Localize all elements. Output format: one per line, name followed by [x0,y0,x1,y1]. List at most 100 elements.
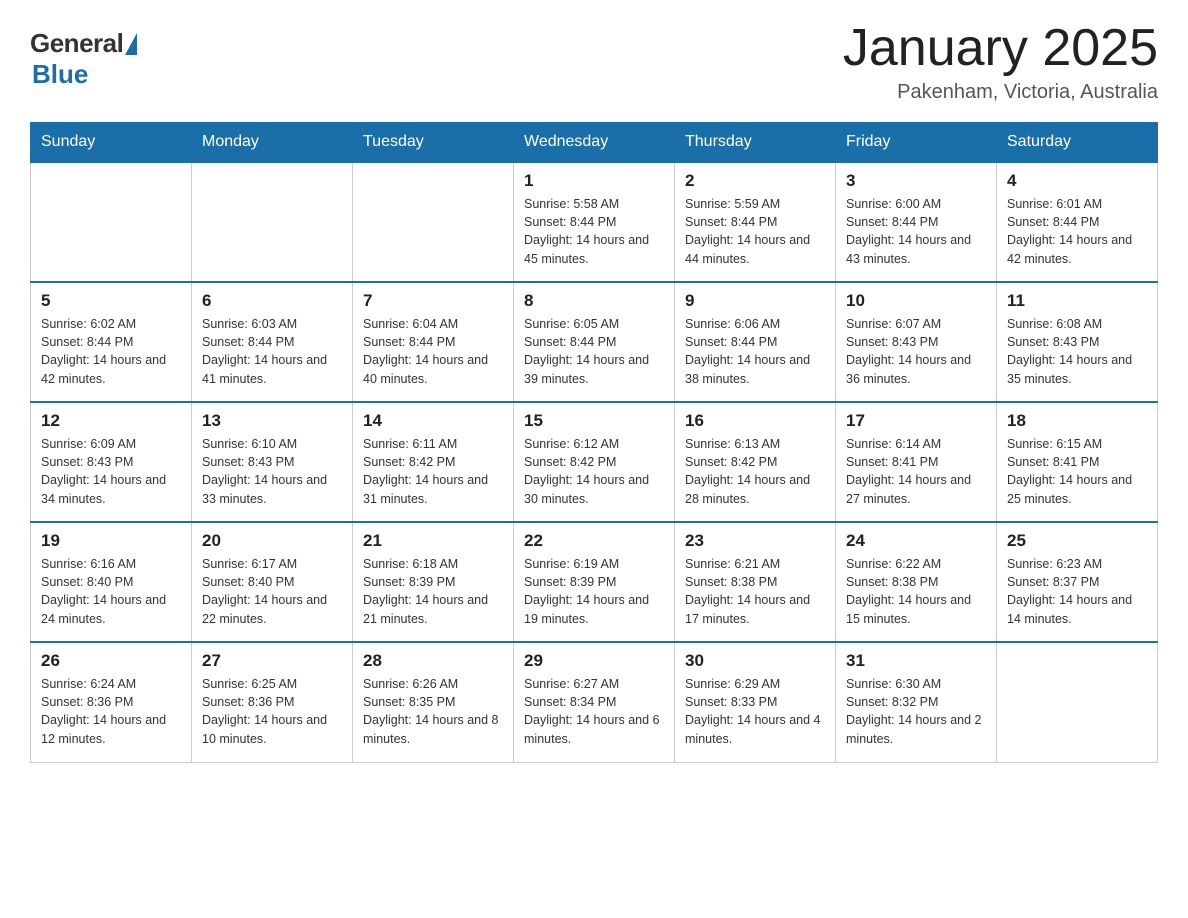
calendar-cell: 5 Sunrise: 6:02 AM Sunset: 8:44 PM Daylig… [31,282,192,402]
calendar-cell: 31 Sunrise: 6:30 AM Sunset: 8:32 PM Dayli… [836,642,997,762]
day-info: Sunrise: 6:14 AM Sunset: 8:41 PM Dayligh… [846,435,986,508]
calendar-cell: 26Sunrise: 6:24 AM Sunset: 8:36 PM Dayli… [31,642,192,762]
calendar-cell: 19 Sunrise: 6:16 AM Sunset: 8:40 PM Dayli… [31,522,192,642]
calendar-week-row: 19 Sunrise: 6:16 AM Sunset: 8:40 PM Dayli… [31,522,1158,642]
calendar-cell: 12 Sunrise: 6:09 AM Sunset: 8:43 PM Dayli… [31,402,192,522]
day-of-week-header: Monday [192,123,353,163]
day-info: Sunrise: 6:12 AM Sunset: 8:42 PM Dayligh… [524,435,664,508]
calendar-cell: 16 Sunrise: 6:13 AM Sunset: 8:42 PM Dayli… [675,402,836,522]
day-of-week-header: Saturday [997,123,1158,163]
day-number: 15 [524,411,664,431]
calendar-cell: 24 Sunrise: 6:22 AM Sunset: 8:38 PM Dayli… [836,522,997,642]
day-number: 10 [846,291,986,311]
calendar-cell: 4 Sunrise: 6:01 AM Sunset: 8:44 PM Daylig… [997,162,1158,282]
calendar-cell: 28 Sunrise: 6:26 AM Sunset: 8:35 PM Dayli… [353,642,514,762]
calendar-cell: 8Sunrise: 6:05 AM Sunset: 8:44 PM Daylig… [514,282,675,402]
day-number: 2 [685,171,825,191]
day-info: Sunrise: 6:27 AM Sunset: 8:34 PM Dayligh… [524,675,664,748]
calendar-cell [192,162,353,282]
day-number: 17 [846,411,986,431]
calendar-cell: 30 Sunrise: 6:29 AM Sunset: 8:33 PM Dayli… [675,642,836,762]
day-info: Sunrise: 6:19 AM Sunset: 8:39 PM Dayligh… [524,555,664,628]
day-number: 31 [846,651,986,671]
day-info: Sunrise: 6:16 AM Sunset: 8:40 PM Dayligh… [41,555,181,628]
calendar-cell: 11Sunrise: 6:08 AM Sunset: 8:43 PM Dayli… [997,282,1158,402]
day-info: Sunrise: 6:26 AM Sunset: 8:35 PM Dayligh… [363,675,503,748]
calendar-cell: 9 Sunrise: 6:06 AM Sunset: 8:44 PM Daylig… [675,282,836,402]
day-info: Sunrise: 6:01 AM Sunset: 8:44 PM Dayligh… [1007,195,1147,268]
title-block: January 2025 Pakenham, Victoria, Austral… [843,20,1158,104]
day-of-week-header: Tuesday [353,123,514,163]
logo-general-text: General [30,28,123,59]
calendar-cell [31,162,192,282]
calendar-header-row: SundayMondayTuesdayWednesdayThursdayFrid… [31,123,1158,163]
calendar-table: SundayMondayTuesdayWednesdayThursdayFrid… [30,122,1158,763]
day-number: 25 [1007,531,1147,551]
day-number: 18 [1007,411,1147,431]
calendar-cell: 1Sunrise: 5:58 AM Sunset: 8:44 PM Daylig… [514,162,675,282]
day-info: Sunrise: 6:11 AM Sunset: 8:42 PM Dayligh… [363,435,503,508]
day-info: Sunrise: 6:00 AM Sunset: 8:44 PM Dayligh… [846,195,986,268]
page-header: General Blue January 2025 Pakenham, Vict… [30,20,1158,104]
day-info: Sunrise: 6:18 AM Sunset: 8:39 PM Dayligh… [363,555,503,628]
day-info: Sunrise: 6:09 AM Sunset: 8:43 PM Dayligh… [41,435,181,508]
day-info: Sunrise: 6:13 AM Sunset: 8:42 PM Dayligh… [685,435,825,508]
day-info: Sunrise: 6:07 AM Sunset: 8:43 PM Dayligh… [846,315,986,388]
day-info: Sunrise: 6:23 AM Sunset: 8:37 PM Dayligh… [1007,555,1147,628]
day-info: Sunrise: 6:22 AM Sunset: 8:38 PM Dayligh… [846,555,986,628]
calendar-cell: 20Sunrise: 6:17 AM Sunset: 8:40 PM Dayli… [192,522,353,642]
day-number: 12 [41,411,181,431]
day-number: 23 [685,531,825,551]
day-info: Sunrise: 6:25 AM Sunset: 8:36 PM Dayligh… [202,675,342,748]
calendar-cell: 10 Sunrise: 6:07 AM Sunset: 8:43 PM Dayli… [836,282,997,402]
day-number: 28 [363,651,503,671]
day-info: Sunrise: 6:02 AM Sunset: 8:44 PM Dayligh… [41,315,181,388]
calendar-cell: 3 Sunrise: 6:00 AM Sunset: 8:44 PM Daylig… [836,162,997,282]
calendar-cell: 6 Sunrise: 6:03 AM Sunset: 8:44 PM Daylig… [192,282,353,402]
calendar-cell [353,162,514,282]
day-number: 22 [524,531,664,551]
day-of-week-header: Thursday [675,123,836,163]
day-number: 24 [846,531,986,551]
day-number: 19 [41,531,181,551]
calendar-cell [997,642,1158,762]
day-number: 30 [685,651,825,671]
logo-blue-text: Blue [32,59,88,90]
day-number: 7 [363,291,503,311]
calendar-cell: 17 Sunrise: 6:14 AM Sunset: 8:41 PM Dayli… [836,402,997,522]
day-info: Sunrise: 6:03 AM Sunset: 8:44 PM Dayligh… [202,315,342,388]
calendar-cell: 2 Sunrise: 5:59 AM Sunset: 8:44 PM Daylig… [675,162,836,282]
calendar-cell: 29 Sunrise: 6:27 AM Sunset: 8:34 PM Dayli… [514,642,675,762]
day-number: 3 [846,171,986,191]
day-number: 4 [1007,171,1147,191]
day-number: 6 [202,291,342,311]
day-number: 9 [685,291,825,311]
day-info: Sunrise: 6:10 AM Sunset: 8:43 PM Dayligh… [202,435,342,508]
day-info: Sunrise: 6:15 AM Sunset: 8:41 PM Dayligh… [1007,435,1147,508]
calendar-week-row: 5 Sunrise: 6:02 AM Sunset: 8:44 PM Daylig… [31,282,1158,402]
day-of-week-header: Wednesday [514,123,675,163]
calendar-cell: 13Sunrise: 6:10 AM Sunset: 8:43 PM Dayli… [192,402,353,522]
day-number: 29 [524,651,664,671]
day-info: Sunrise: 6:06 AM Sunset: 8:44 PM Dayligh… [685,315,825,388]
day-number: 26 [41,651,181,671]
calendar-cell: 27Sunrise: 6:25 AM Sunset: 8:36 PM Dayli… [192,642,353,762]
logo-triangle-icon [125,33,137,55]
calendar-cell: 21Sunrise: 6:18 AM Sunset: 8:39 PM Dayli… [353,522,514,642]
day-number: 5 [41,291,181,311]
day-info: Sunrise: 6:29 AM Sunset: 8:33 PM Dayligh… [685,675,825,748]
calendar-week-row: 1Sunrise: 5:58 AM Sunset: 8:44 PM Daylig… [31,162,1158,282]
day-number: 14 [363,411,503,431]
calendar-cell: 22 Sunrise: 6:19 AM Sunset: 8:39 PM Dayli… [514,522,675,642]
day-info: Sunrise: 6:30 AM Sunset: 8:32 PM Dayligh… [846,675,986,748]
calendar-title: January 2025 [843,20,1158,77]
calendar-week-row: 12 Sunrise: 6:09 AM Sunset: 8:43 PM Dayli… [31,402,1158,522]
day-of-week-header: Sunday [31,123,192,163]
calendar-cell: 25 Sunrise: 6:23 AM Sunset: 8:37 PM Dayli… [997,522,1158,642]
calendar-cell: 15 Sunrise: 6:12 AM Sunset: 8:42 PM Dayli… [514,402,675,522]
day-info: Sunrise: 5:59 AM Sunset: 8:44 PM Dayligh… [685,195,825,268]
calendar-cell: 18 Sunrise: 6:15 AM Sunset: 8:41 PM Dayli… [997,402,1158,522]
day-number: 20 [202,531,342,551]
day-number: 11 [1007,291,1147,311]
day-number: 16 [685,411,825,431]
